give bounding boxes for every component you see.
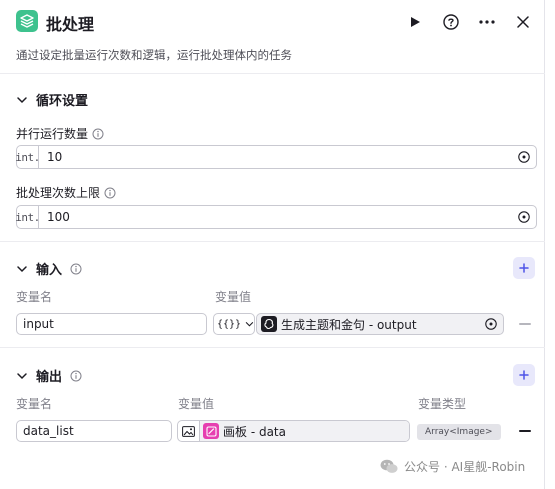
panel-header: 批处理 [0, 0, 545, 44]
input-var-name[interactable]: input [16, 313, 207, 335]
reference-tag: 生成主题和金句 - output [257, 315, 421, 333]
reference-tag: 画板 - data [203, 422, 286, 440]
type-badge: Array<Image> [417, 424, 501, 440]
image-icon [178, 421, 200, 441]
canvas-node-icon [203, 423, 219, 439]
layers-icon [16, 10, 38, 32]
reference-label: 画板 - data [223, 424, 286, 439]
batch-limit-label: 批处理次数上限 [16, 184, 116, 201]
ref-mode-select[interactable]: {{}} [213, 313, 255, 335]
section-title: 输入 [36, 263, 63, 278]
info-icon[interactable] [70, 263, 82, 275]
column-name-label: 变量名 [16, 290, 53, 304]
section-loop-settings[interactable]: 循环设置 [16, 90, 88, 109]
label-text: 并行运行数量 [16, 127, 89, 141]
picker-icon[interactable] [485, 318, 497, 333]
chevron-down-icon [245, 322, 254, 327]
llm-node-icon [261, 316, 277, 332]
section-input[interactable]: 输入 [16, 259, 82, 278]
output-var-value[interactable]: 画板 - data [177, 420, 410, 442]
type-prefix: int. [15, 206, 40, 228]
reference-tag-wrap: 画板 - data [200, 421, 409, 441]
panel-title: 批处理 [46, 15, 95, 34]
reference-label: 生成主题和金句 - output [281, 317, 417, 332]
info-icon[interactable] [104, 187, 116, 199]
label-text: 批处理次数上限 [16, 186, 101, 200]
info-icon[interactable] [92, 128, 104, 140]
watermark: 公众号 · AI星舰-Robin [380, 458, 525, 475]
column-name-label: 变量名 [16, 397, 53, 411]
ref-mode-value: {{}} [217, 318, 242, 330]
close-icon [517, 16, 529, 28]
column-type-label: 变量类型 [418, 397, 467, 411]
divider [0, 241, 545, 242]
more-button[interactable] [477, 12, 497, 32]
stepper-icon[interactable] [518, 211, 530, 223]
input-var-value[interactable]: 生成主题和金句 - output [256, 313, 504, 335]
parallel-count-input[interactable]: int. 10 [15, 145, 537, 169]
column-value-label: 变量值 [215, 290, 252, 304]
add-input-button[interactable] [513, 257, 535, 279]
batch-panel: 批处理 通过设定批量运行次数和逻辑，运行批处理体内的任务 循环设置 并行运行数量… [0, 0, 545, 489]
remove-output-button[interactable] [519, 430, 531, 432]
help-icon [443, 14, 459, 30]
batch-limit-value: 100 [47, 210, 70, 224]
chevron-down-icon [16, 94, 28, 106]
wechat-icon [380, 459, 398, 473]
chevron-down-icon [16, 370, 28, 382]
add-output-button[interactable] [513, 364, 535, 386]
section-title: 循环设置 [36, 94, 89, 109]
more-icon [479, 20, 495, 24]
help-button[interactable] [441, 12, 461, 32]
close-button[interactable] [513, 12, 533, 32]
column-value-label: 变量值 [178, 397, 215, 411]
watermark-text: 公众号 · AI星舰-Robin [404, 460, 526, 474]
parallel-count-value: 10 [47, 150, 63, 164]
batch-limit-input[interactable]: int. 100 [15, 205, 537, 229]
output-var-name[interactable]: data_list [16, 420, 172, 442]
play-icon [411, 17, 420, 27]
section-title: 输出 [36, 370, 63, 385]
divider [0, 347, 545, 348]
plus-icon [519, 370, 529, 380]
plus-icon [519, 263, 529, 273]
type-prefix: int. [15, 146, 40, 168]
divider [0, 73, 545, 74]
run-button[interactable] [405, 12, 425, 32]
remove-input-button[interactable] [519, 323, 531, 325]
stepper-icon[interactable] [518, 151, 530, 163]
section-output[interactable]: 输出 [16, 366, 82, 385]
panel-description: 通过设定批量运行次数和逻辑，运行批处理体内的任务 [16, 48, 292, 62]
chevron-down-icon [16, 263, 28, 275]
info-icon[interactable] [70, 370, 82, 382]
parallel-count-label: 并行运行数量 [16, 125, 104, 142]
